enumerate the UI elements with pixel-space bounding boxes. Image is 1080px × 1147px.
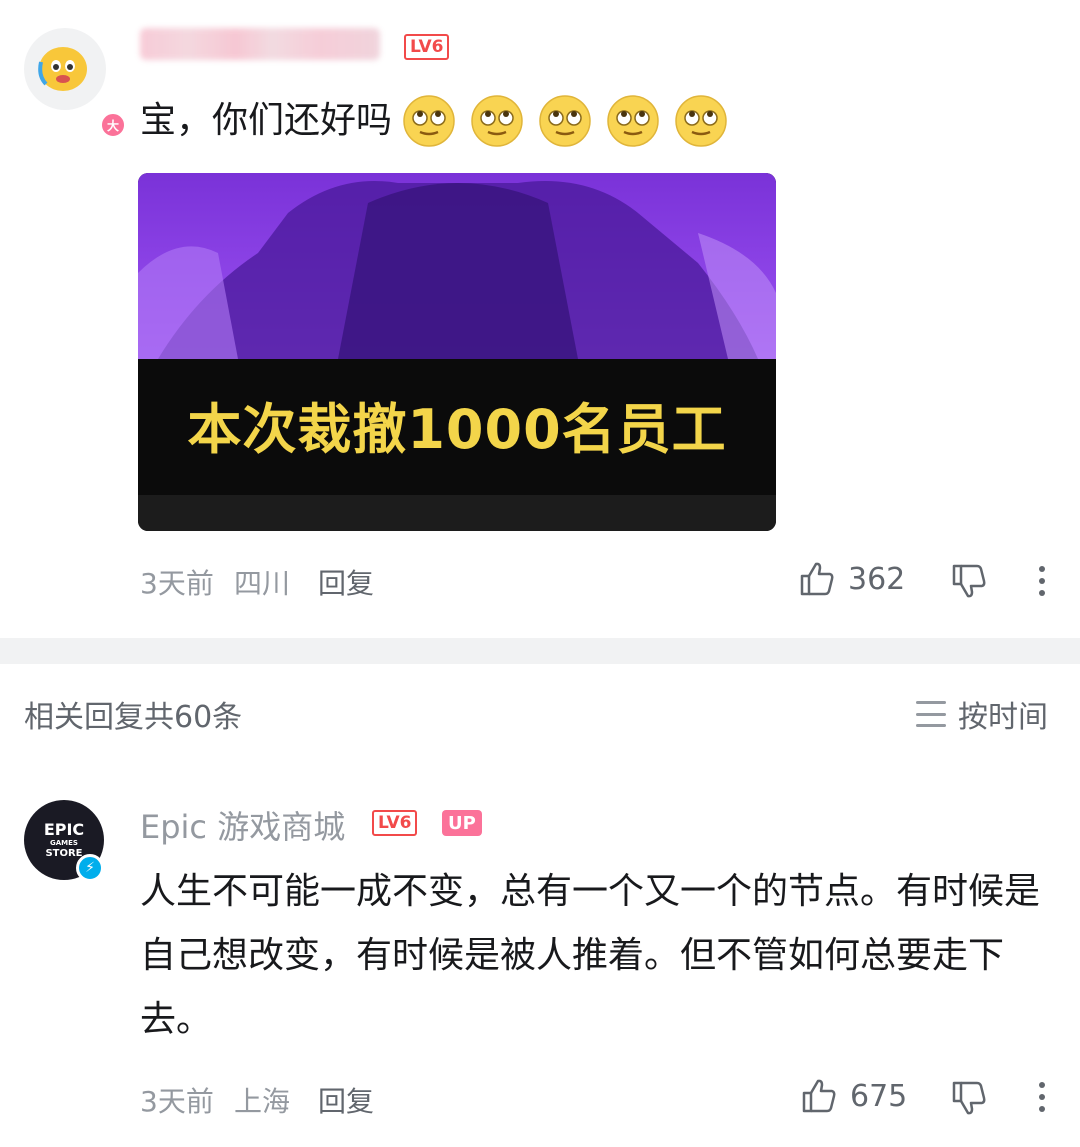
eye-roll-emoji-icon bbox=[675, 95, 727, 147]
like-count: 362 bbox=[848, 561, 906, 597]
sort-button[interactable]: 按时间 bbox=[916, 692, 1048, 736]
like-count: 675 bbox=[850, 1078, 908, 1114]
level-badge-text: LV6 bbox=[410, 36, 444, 57]
dislike-button[interactable] bbox=[950, 1079, 988, 1117]
more-options-button[interactable] bbox=[1037, 1082, 1047, 1112]
epic-logo-line2: GAMES bbox=[50, 838, 78, 847]
reply-button[interactable]: 回复 bbox=[318, 562, 374, 602]
thumbs-down-icon bbox=[952, 564, 986, 598]
comment-time: 3天前 bbox=[140, 1085, 214, 1118]
username[interactable]: Epic 游戏商城 bbox=[140, 802, 345, 848]
comment-text: 宝，你们还好吗 bbox=[140, 94, 728, 148]
image-purple-scene bbox=[138, 173, 776, 359]
like-button[interactable]: 362 bbox=[798, 560, 905, 598]
dot bbox=[1039, 1082, 1045, 1088]
image-bottom-bar bbox=[138, 495, 776, 531]
more-options-button[interactable] bbox=[1037, 566, 1047, 596]
dot bbox=[1039, 1094, 1045, 1100]
comment-location: 上海 bbox=[234, 1085, 291, 1118]
comment-time: 3天前 bbox=[140, 567, 214, 600]
epic-logo-line1: EPIC bbox=[43, 819, 85, 839]
dot bbox=[1039, 578, 1045, 584]
section-divider bbox=[0, 638, 1080, 664]
level-badge: LV6 bbox=[404, 34, 450, 60]
eye-roll-emoji-icon bbox=[471, 95, 523, 147]
comment-item: 大 LV6 宝，你们还好吗 本次裁撤1000名员工 3天前 四川 回复 362 bbox=[0, 0, 1080, 638]
reply-button[interactable]: 回复 bbox=[318, 1080, 374, 1120]
menu-lines-icon bbox=[916, 701, 946, 727]
eye-roll-emoji-icon bbox=[607, 95, 659, 147]
level-badge-text: LV6 bbox=[378, 812, 412, 833]
comment-text-content: 宝，你们还好吗 bbox=[140, 100, 393, 141]
comment-text: 人生不可能一成不变，总有一个又一个的节点。有时候是自己想改变，有时候是被人推着。… bbox=[140, 871, 1041, 1040]
eye-roll-emoji-icon bbox=[539, 95, 591, 147]
comment-image[interactable]: 本次裁撤1000名员工 bbox=[138, 173, 776, 531]
epic-logo: EPIC GAMES STORE bbox=[43, 819, 85, 860]
avatar-badge: 大 bbox=[100, 112, 126, 138]
eye-roll-emoji-icon bbox=[403, 95, 455, 147]
dot bbox=[1039, 1106, 1045, 1112]
replies-count: 相关回复共60条 bbox=[24, 700, 243, 735]
image-figure-silhouette bbox=[138, 181, 776, 359]
username-blurred[interactable] bbox=[140, 28, 380, 60]
sort-label: 按时间 bbox=[958, 700, 1048, 735]
level-badge: LV6 bbox=[372, 810, 418, 836]
epic-avatar[interactable]: EPIC GAMES STORE bbox=[24, 800, 104, 880]
thumbs-up-icon bbox=[800, 562, 834, 596]
like-button[interactable]: 675 bbox=[800, 1077, 907, 1115]
dot bbox=[1039, 590, 1045, 596]
dot bbox=[1039, 566, 1045, 572]
dislike-button[interactable] bbox=[950, 562, 988, 600]
comment-location: 四川 bbox=[234, 567, 291, 600]
thumbs-up-icon bbox=[802, 1079, 836, 1113]
image-caption: 本次裁撤1000名员工 bbox=[187, 398, 727, 461]
avatar-emoji-icon bbox=[38, 47, 87, 91]
up-badge: UP bbox=[442, 810, 482, 836]
epic-logo-line3: STORE bbox=[45, 847, 83, 859]
thumbs-down-icon bbox=[952, 1081, 986, 1115]
user-avatar[interactable]: 大 bbox=[24, 28, 126, 138]
